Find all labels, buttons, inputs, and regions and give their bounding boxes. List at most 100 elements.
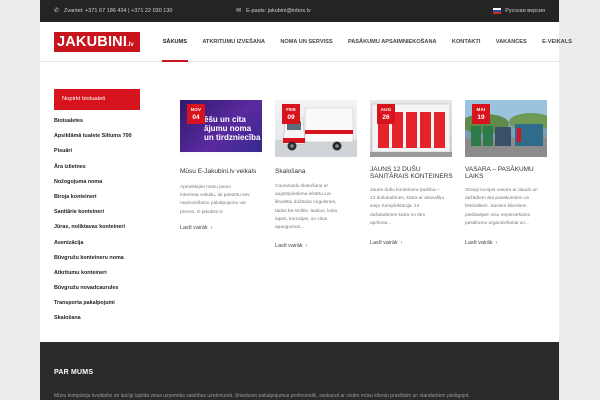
page: ✆ Zvaniet: +371 67 186 434 | +371 22 030…: [0, 0, 600, 400]
buy-biotoilet-button[interactable]: Nopirkt biotualeti: [54, 89, 140, 110]
category-list: Biotualetes Apsildāmā tualete Siltums 70…: [54, 118, 154, 331]
excerpt-line: festivāliem. Saviem klientiem: [465, 204, 527, 210]
read-more-label: Lasīt vairāk: [370, 240, 398, 246]
post-title[interactable]: VASARA – PASĀKUMU LAIKS: [465, 166, 549, 180]
excerpt-line: ieeju Komplektācija: 12: [370, 204, 420, 210]
main-nav: SĀKUMS ATKRITUMU IZVEŠANA NOMA UN SERVIS…: [155, 22, 580, 62]
read-more-link[interactable]: Lasīt vairāk ›: [275, 243, 307, 249]
excerpt-line: dušukabīnes katra no tām: [370, 212, 426, 218]
date-day: 26: [382, 114, 390, 121]
excerpt-line: Straujī tuvojas vasara ar daudz un: [465, 188, 538, 193]
category-item[interactable]: Skalošana: [54, 315, 154, 330]
excerpt-line: dažādiem āra pasākumiem un: [465, 196, 530, 202]
date-day: 04: [192, 114, 200, 121]
date-badge: NOV 04: [187, 104, 205, 124]
excerpt-line: Caurulvadu skalošana ar: [275, 184, 329, 189]
mail-icon: ✉: [236, 8, 242, 14]
category-item[interactable]: Transporta pakalpojumi: [54, 300, 154, 315]
post-excerpt: Caurulvadu skalošana ar augstspiediena i…: [275, 183, 357, 232]
language-link[interactable]: Русская версия: [505, 8, 545, 14]
category-item[interactable]: Jūras, noliktavas konteineri: [54, 224, 154, 239]
logo-text: JAKUBINI: [57, 34, 128, 50]
nav-item-atkritumu-izvesana[interactable]: ATKRITUMU IZVEŠANA: [195, 22, 273, 62]
phone-contact: ✆ Zvaniet: +371 67 186 434 | +371 22 030…: [54, 8, 172, 14]
category-item[interactable]: Asenizācija: [54, 240, 154, 255]
excerpt-line: Apmeklējiet mūsu jauno: [180, 185, 231, 190]
read-more-link[interactable]: Lasīt vairāk ›: [465, 240, 497, 246]
post-thumbnail[interactable]: ēšu un cita ājumu noma un tirdzniecība N…: [180, 100, 262, 157]
excerpt-line: 12 dušukabīnes, katra ar atsevišķu: [370, 196, 445, 202]
excerpt-line: interneta veikalu, lai pasūtītu sev: [180, 193, 250, 199]
read-more-link[interactable]: Lasīt vairāk ›: [180, 225, 212, 231]
nav-item-pasakumu-apsaimniekosana[interactable]: PASĀKUMU APSAIMNIEKOŠANA: [340, 22, 444, 62]
category-item[interactable]: Pisuāri: [54, 148, 154, 163]
date-day: 09: [287, 114, 295, 121]
main-content: Nopirkt biotualeti Biotualetes Apsildāmā…: [40, 62, 559, 342]
logo-suffix: .lv: [127, 42, 134, 48]
excerpt-line: lapas, korozijas, un citus: [275, 216, 328, 222]
excerpt-line: piedāvājam visu nepieciešamo: [465, 212, 531, 218]
post-thumbnail[interactable]: AUG 26: [370, 100, 452, 157]
read-more-label: Lasīt vairāk: [275, 243, 303, 249]
footer-text: Mūsu kompānija kvalitatīvi un laicīgi iz…: [54, 393, 470, 399]
read-more-label: Lasīt vairāk: [465, 240, 493, 246]
thumb-caption: ēšu un cita ājumu noma un tirdzniecība: [204, 115, 261, 142]
read-more-link[interactable]: Lasīt vairāk ›: [370, 240, 402, 246]
category-item[interactable]: Sanitārie konteineri: [54, 209, 154, 224]
date-month: FEB: [286, 107, 296, 112]
site-logo[interactable]: JAKUBINI.lv: [54, 32, 140, 52]
top-bar: ✆ Zvaniet: +371 67 186 434 | +371 22 030…: [40, 0, 559, 22]
category-item[interactable]: Atkritumu konteineri: [54, 270, 154, 285]
category-item[interactable]: Biroja konteineri: [54, 194, 154, 209]
post-title[interactable]: Skalošana: [275, 168, 359, 175]
footer-heading: PAR MUMS: [54, 369, 94, 376]
nav-item-kontakti[interactable]: KONTAKTI: [444, 22, 488, 62]
post-title-line: VASARA – PASĀKUMU: [465, 166, 534, 173]
nav-item-sakums[interactable]: SĀKUMS: [155, 22, 195, 62]
post-thumbnail[interactable]: MAI 19: [465, 100, 547, 157]
email-text[interactable]: E-pasts: jakubini@inbox.lv: [246, 8, 311, 14]
category-item[interactable]: Apsildāmā tualete Siltums 700: [54, 133, 154, 148]
category-item[interactable]: Būvgružu konteineru noma: [54, 255, 154, 270]
post-title-line: LAIKS: [465, 173, 484, 180]
chevron-right-icon: ›: [305, 243, 308, 249]
excerpt-line: nepieciešamo pakalpojumu vai: [180, 201, 246, 207]
excerpt-line: Jauna dušu konteinera īpašība –: [370, 188, 440, 193]
post-title[interactable]: JAUNS 12 DUŠU SANITĀRAIS KONTEINERS: [370, 166, 454, 180]
nav-item-vakances[interactable]: VAKANCES: [488, 22, 534, 62]
post-title-line: SANITĀRAIS KONTEINERS: [370, 173, 453, 180]
post-title[interactable]: Mūsu E-Jakubini.lv veikals: [180, 168, 264, 175]
chevron-right-icon: ›: [495, 240, 498, 246]
post-excerpt: Straujī tuvojas vasara ar daudz un dažād…: [465, 187, 547, 228]
date-badge: FEB 09: [282, 104, 300, 124]
email-contact[interactable]: ✉ E-pasts: jakubini@inbox.lv: [236, 8, 311, 14]
post-excerpt: Jauna dušu konteinera īpašība – 12 dušuk…: [370, 187, 452, 228]
date-day: 19: [477, 114, 485, 121]
site-header: JAKUBINI.lv SĀKUMS ATKRITUMU IZVEŠANA NO…: [40, 22, 572, 62]
date-month: AUG: [380, 107, 392, 112]
language-switch[interactable]: Русская версия: [493, 8, 545, 14]
nav-item-e-veikals[interactable]: E-VEIKALS: [534, 22, 579, 62]
excerpt-line: preces. E-jakubini.lv: [180, 209, 223, 215]
post-thumbnail[interactable]: FEB 09: [275, 100, 357, 157]
excerpt-line: apaugumus...: [275, 225, 305, 231]
date-month: MAI: [476, 107, 486, 112]
excerpt-line: aprīkota...: [370, 220, 392, 226]
russian-flag-icon: [493, 8, 502, 14]
chevron-right-icon: ›: [210, 225, 213, 231]
nav-item-noma-un-serviss[interactable]: NOMA UN SERVISS: [273, 22, 341, 62]
post-title-line: JAUNS 12 DUŠU: [370, 166, 421, 173]
thumb-strip: [180, 152, 262, 157]
phone-icon: ✆: [54, 8, 60, 14]
category-item[interactable]: Būvgružu novadcaurules: [54, 285, 154, 300]
phone-text: Zvaniet: +371 67 186 434 | +371 22 030 1…: [64, 8, 173, 14]
excerpt-line: likvidētu dažādus nogulsnes,: [275, 200, 337, 206]
chevron-right-icon: ›: [400, 240, 403, 246]
read-more-label: Lasīt vairāk: [180, 225, 208, 231]
date-month: NOV: [190, 107, 202, 112]
excerpt-line: tādas kā smiltis, taukus, koku: [275, 208, 338, 214]
category-item[interactable]: Āra izlietnes: [54, 164, 154, 179]
category-item[interactable]: Biotualetes: [54, 118, 154, 133]
category-item[interactable]: Nožogojuma noma: [54, 179, 154, 194]
date-badge: AUG 26: [377, 104, 395, 124]
